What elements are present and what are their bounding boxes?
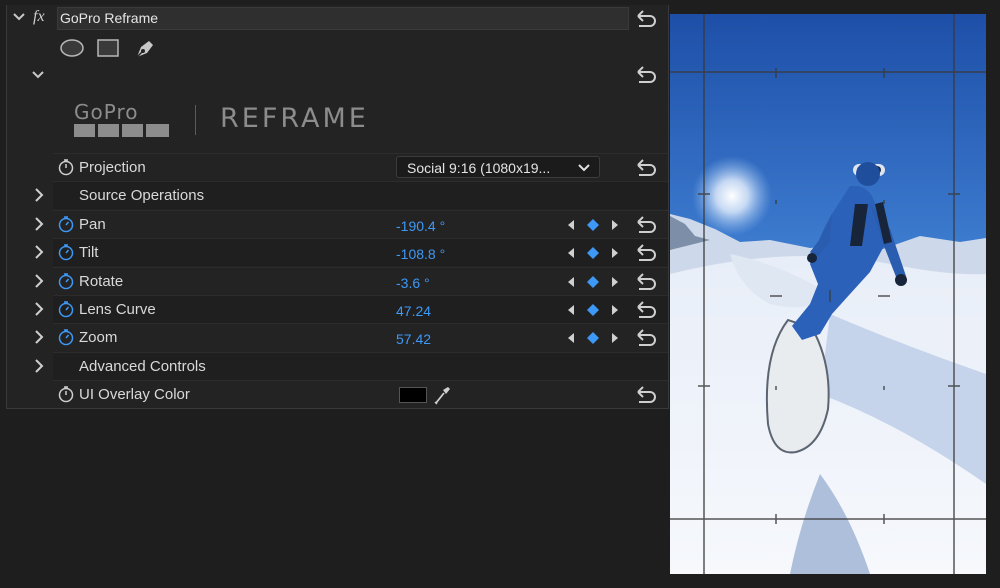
gopro-wordmark: GoPro [74, 100, 139, 124]
param-value-zoom[interactable]: 57.42 [396, 331, 431, 347]
reset-logo-icon[interactable] [634, 66, 658, 84]
param-row-rotate: Rotate -3.6 ° [35, 267, 668, 295]
expand-chevron-icon[interactable] [33, 329, 45, 345]
param-label-pan: Pan [79, 216, 106, 233]
stopwatch-active-icon[interactable] [57, 328, 75, 346]
collapse-effect-chevron-icon[interactable] [12, 10, 26, 27]
param-row-projection: Projection Social 9:16 (1080x19... [53, 153, 668, 181]
expand-chevron-icon[interactable] [33, 358, 45, 374]
reset-ui-overlay-color-icon[interactable] [634, 386, 658, 404]
effect-header: fx GoPro Reframe [7, 5, 668, 32]
stopwatch-icon[interactable] [57, 385, 75, 403]
stopwatch-active-icon[interactable] [57, 215, 75, 233]
group-row-source-operations[interactable]: Source Operations [35, 181, 668, 209]
fx-toggle-icon[interactable]: fx [33, 8, 45, 26]
param-row-tilt: Tilt -108.8 ° [35, 238, 668, 266]
param-row-pan: Pan -190.4 ° [35, 210, 668, 238]
group-row-advanced-controls[interactable]: Advanced Controls [35, 352, 668, 380]
reset-pan-icon[interactable] [634, 216, 658, 234]
stopwatch-active-icon[interactable] [57, 272, 75, 290]
keyframe-navigator[interactable] [565, 245, 621, 261]
expand-chevron-icon[interactable] [33, 187, 45, 203]
param-label-lens-curve: Lens Curve [79, 301, 156, 318]
effect-title: GoPro Reframe [60, 10, 159, 26]
group-label-advanced-controls: Advanced Controls [79, 358, 206, 375]
param-label-projection: Projection [79, 159, 146, 176]
reset-tilt-icon[interactable] [634, 244, 658, 262]
eyedropper-icon[interactable] [433, 385, 451, 405]
param-row-lens-curve: Lens Curve 47.24 [35, 295, 668, 323]
expand-chevron-icon[interactable] [33, 273, 45, 289]
projection-value: Social 9:16 (1080x19... [407, 160, 551, 176]
param-row-ui-overlay-color: UI Overlay Color [53, 380, 668, 408]
projection-dropdown[interactable]: Social 9:16 (1080x19... [396, 156, 600, 178]
expand-chevron-icon[interactable] [33, 216, 45, 232]
keyframe-navigator[interactable] [565, 217, 621, 233]
param-value-pan[interactable]: -190.4 ° [396, 218, 445, 234]
reset-zoom-icon[interactable] [634, 329, 658, 347]
stopwatch-icon[interactable] [57, 158, 75, 176]
reframe-wordmark: REFRAME [220, 103, 369, 134]
chevron-down-icon [578, 164, 590, 172]
param-value-tilt[interactable]: -108.8 ° [396, 246, 445, 262]
program-monitor-preview[interactable] [670, 14, 986, 574]
expand-chevron-icon[interactable] [33, 244, 45, 260]
rectangle-mask-icon[interactable] [96, 38, 120, 58]
gopro-bars [74, 124, 169, 137]
keyframe-navigator[interactable] [565, 274, 621, 290]
param-row-zoom: Zoom 57.42 [35, 323, 668, 351]
param-label-ui-overlay-color: UI Overlay Color [79, 386, 190, 403]
stopwatch-active-icon[interactable] [57, 243, 75, 261]
keyframe-navigator[interactable] [565, 302, 621, 318]
reset-lens-curve-icon[interactable] [634, 301, 658, 319]
gopro-logo: GoPro [74, 102, 169, 137]
snowboarder-video-frame [670, 14, 986, 574]
param-label-zoom: Zoom [79, 329, 118, 346]
reset-rotate-icon[interactable] [634, 273, 658, 291]
param-label-rotate: Rotate [79, 273, 124, 290]
ellipse-mask-icon[interactable] [59, 38, 85, 58]
effect-controls-panel: fx GoPro Reframe GoPro REFRAME Projectio… [6, 5, 669, 409]
param-label-tilt: Tilt [79, 244, 99, 261]
pen-mask-icon[interactable] [133, 37, 157, 59]
param-value-lens-curve[interactable]: 47.24 [396, 303, 431, 319]
expand-chevron-icon[interactable] [33, 301, 45, 317]
keyframe-navigator[interactable] [565, 330, 621, 346]
overlay-color-swatch[interactable] [399, 387, 427, 403]
reset-projection-icon[interactable] [634, 159, 658, 177]
group-label-source-operations: Source Operations [79, 187, 205, 204]
logo-divider [195, 105, 196, 135]
collapse-logo-chevron-icon[interactable] [31, 68, 45, 82]
stopwatch-active-icon[interactable] [57, 300, 75, 318]
reset-effect-icon[interactable] [634, 10, 658, 28]
param-value-rotate[interactable]: -3.6 ° [396, 275, 430, 291]
